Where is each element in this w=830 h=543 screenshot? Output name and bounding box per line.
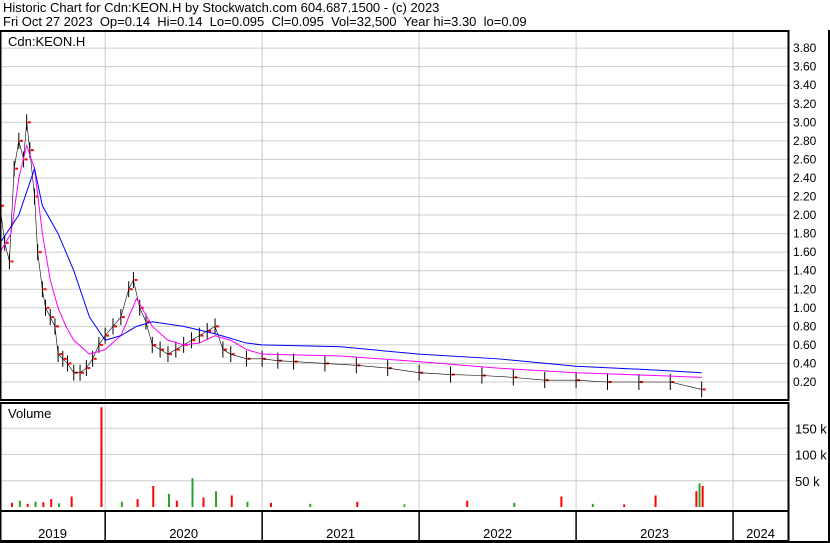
close-tick (51, 316, 55, 319)
close-tick (106, 334, 110, 337)
time-axis-frame (0, 510, 790, 542)
volume-bar (230, 495, 233, 507)
y-tick-label: 1.20 (793, 282, 817, 296)
volume-bar (215, 491, 218, 507)
y-tick-label: 0.60 (793, 338, 817, 352)
close-tick (216, 325, 220, 328)
y-tick-label: 0.20 (793, 375, 817, 389)
chart-canvas: 3.80 3.60 3.40 3.20 3.00 2.80 2.60 2.40 2.20 2.00… (0, 30, 830, 543)
volume-bar (136, 499, 139, 507)
y-tick-label: 2.60 (793, 152, 817, 166)
volume-bar (42, 502, 45, 507)
x-tick-label: 2021 (326, 526, 355, 541)
volume-bar (70, 496, 73, 507)
x-tick-label: 2023 (640, 526, 669, 541)
close-tick (702, 388, 706, 391)
volume-bar (167, 493, 170, 507)
volume-panel-title: Volume (8, 406, 51, 421)
y-tick-label: 2.00 (793, 208, 817, 222)
x-tick-label: 2019 (38, 526, 67, 541)
volume-bar (695, 491, 698, 507)
x-tick-label: 2022 (483, 526, 512, 541)
y-tick-label: 2.80 (793, 134, 817, 148)
close-tick (19, 139, 23, 142)
close-tick (43, 288, 47, 291)
volume-panel-frame (0, 402, 790, 512)
x-tick-label: 2024 (746, 526, 775, 541)
y-tick-label: 2.40 (793, 171, 817, 185)
volume-tick-label: 100 k (795, 448, 827, 463)
close-tick (10, 260, 14, 263)
volume-bar (269, 502, 272, 507)
close-tick (15, 167, 19, 170)
y-tick-label: 3.40 (793, 78, 817, 92)
y-tick-label: 1.40 (793, 264, 817, 278)
volume-bar (560, 496, 563, 507)
close-tick (68, 362, 72, 365)
volume-bar (356, 501, 359, 507)
volume-bar (18, 500, 21, 507)
y-tick-label: 0.40 (793, 356, 817, 370)
volume-bar (623, 504, 626, 507)
volume-bar (100, 407, 103, 507)
volume-bar (591, 503, 594, 507)
close-tick (38, 251, 42, 254)
close-tick (87, 367, 91, 370)
volume-bar (26, 503, 29, 507)
close-tick (63, 357, 67, 360)
volume-bar (34, 501, 37, 507)
volume-bar (403, 504, 406, 507)
close-tick (129, 288, 133, 291)
volume-bar (50, 499, 53, 507)
close-tick (93, 357, 97, 360)
volume-bar (10, 502, 13, 507)
close-tick (121, 316, 125, 319)
volume-bar (120, 501, 123, 507)
close-tick (27, 121, 31, 124)
y-tick-label: 3.00 (793, 115, 817, 129)
volume-tick-label: 50 k (795, 474, 820, 489)
close-tick (46, 306, 50, 309)
y-tick-label: 1.80 (793, 227, 817, 241)
close-tick (55, 325, 59, 328)
y-tick-label: 0.80 (793, 319, 817, 333)
volume-bar (58, 503, 61, 507)
y-tick-label: 2.20 (793, 190, 817, 204)
volume-bar (701, 486, 704, 507)
volume-bar (152, 486, 155, 507)
volume-bar (191, 478, 194, 507)
y-tick-label: 1.00 (793, 301, 817, 315)
close-tick (59, 353, 63, 356)
y-tick-label: 3.20 (793, 97, 817, 111)
close-tick (24, 158, 28, 161)
x-tick-label: 2020 (169, 526, 198, 541)
close-tick (99, 343, 103, 346)
close-tick (30, 149, 34, 152)
volume-tick-label: 150 k (795, 421, 827, 436)
y-tick-label: 1.60 (793, 245, 817, 259)
close-tick (114, 325, 118, 328)
price-panel-title: Cdn:KEON.H (8, 34, 85, 49)
volume-bar (466, 500, 469, 507)
volume-bar (654, 495, 657, 507)
volume-bar (202, 497, 205, 507)
volume-bar (246, 501, 249, 507)
volume-bar (309, 503, 312, 507)
stock-chart: Historic Chart for Cdn:KEON.H by Stockwa… (0, 0, 830, 543)
volume-bar (513, 502, 516, 507)
volume-bar (175, 500, 178, 507)
y-tick-label: 3.80 (793, 41, 817, 55)
close-tick (134, 278, 138, 281)
volume-bar (698, 483, 701, 507)
y-tick-label: 3.60 (793, 60, 817, 74)
